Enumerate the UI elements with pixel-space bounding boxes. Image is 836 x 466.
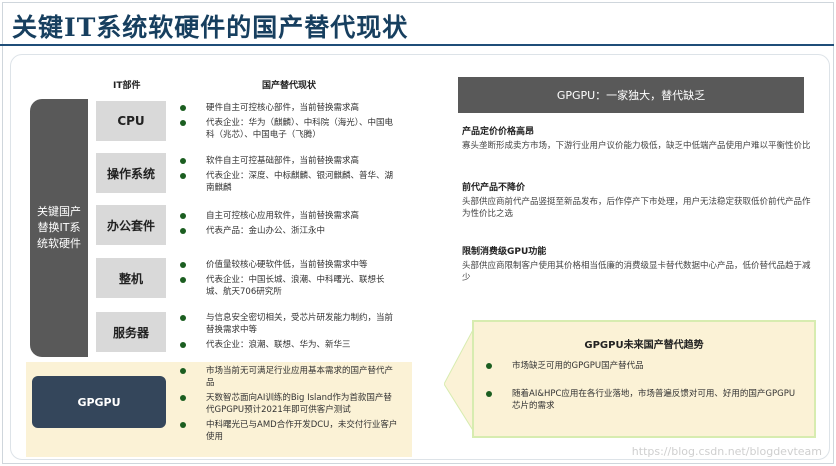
list-item: 市场缺乏可用的GPGPU国产替代品 <box>486 360 802 372</box>
list-item: 代表企业：华为（麒麟）、中科院（海光）、中国电科（兆芯）、中国电子（飞腾） <box>180 117 398 141</box>
list-item: 代表产品：金山办公、浙江永中 <box>180 225 398 237</box>
bullet-dot-icon <box>180 368 186 374</box>
bullet-dot-icon <box>180 228 186 234</box>
bullet-dot-icon <box>180 120 186 126</box>
col-header-status: 国产替代现状 <box>262 81 317 91</box>
group-label-text: 关键国产替换IT系统软硬件 <box>37 205 81 250</box>
list-item: 代表企业：浪潮、联想、华为、新华三 <box>180 339 398 351</box>
watermark: https://blog.csdn.net/blogdevteam <box>631 445 822 458</box>
section-consumer-gpu: 限制消费级GPU功能 头部供应商限制客户使用其价格相当低廉的消费级显卡替代数据中… <box>462 244 812 284</box>
section-heading: 前代产品不降价 <box>462 183 526 193</box>
category-server: 服务器 <box>96 312 166 352</box>
list-item: 自主可控核心应用软件，当前替换需求高 <box>180 210 398 222</box>
section-body: 寡头垄断形成卖方市场，下游行业用户议价能力极低，缺乏中低端产品使用户难以平衡性价… <box>462 141 811 151</box>
bullet-dot-icon <box>180 395 186 401</box>
section-body: 头部供应商前代产品竖挺至新品发布，后作停产下市处理，用户无法稳定获取低价前代产品… <box>462 197 811 219</box>
bullet-dot-icon <box>180 422 186 428</box>
bullet-dot-icon <box>486 391 492 397</box>
section-previous-gen: 前代产品不降价 头部供应商前代产品竖挺至新品发布，后作停产下市处理，用户无法稳定… <box>462 180 812 220</box>
category-gpgpu: GPGPU <box>32 376 166 428</box>
section-heading: 产品定价价格高昂 <box>462 127 535 137</box>
trend-heading: GPGPU未来国产替代趋势 <box>584 340 704 351</box>
list-item: 与信息安全密切相关，受芯片研发能力制约，当前替换需求中等 <box>180 312 398 336</box>
category-whole-machine: 整机 <box>96 258 166 298</box>
section-body: 头部供应商限制客户使用其价格相当低廉的消费级显卡替代数据中心产品，低价替代品趋于… <box>462 261 811 283</box>
bullet-dot-icon <box>180 158 186 164</box>
trend-pointer-shape <box>444 328 474 432</box>
list-item: 随着AI&HPC应用在各行业落地，市场普遍反馈对可用、好用的国产GPGPU芯片的… <box>486 388 802 412</box>
list-item: 天数智芯面向AI训练的Big Island作为首款国产替代GPGPU预计2021… <box>180 392 398 416</box>
group-label: 关键国产替换IT系统软硬件 <box>30 99 88 357</box>
category-office-suite: 办公套件 <box>96 205 166 245</box>
list-item: 代表企业：中国长城、浪潮、中科曙光、联想长城、航天706研究所 <box>180 274 398 298</box>
list-item: 硬件自主可控核心部件，当前替换需求高 <box>180 102 398 114</box>
category-cpu: CPU <box>96 101 166 141</box>
bullet-dot-icon <box>486 363 492 369</box>
bullet-dot-icon <box>180 342 186 348</box>
col-header-part: IT部件 <box>113 81 141 91</box>
gpgpu-banner: GPGPU：一家独大，替代缺乏 <box>458 77 804 113</box>
bullet-dot-icon <box>180 213 186 219</box>
section-pricing: 产品定价价格高昂 寡头垄断形成卖方市场，下游行业用户议价能力极低，缺乏中低端产品… <box>462 124 812 152</box>
list-item: 价值量较核心硬软件低，当前替换需求中等 <box>180 259 398 271</box>
trend-box: GPGPU未来国产替代趋势 市场缺乏可用的GPGPU国产替代品 随着AI&HPC… <box>472 320 816 438</box>
list-item: 软件自主可控基础部件，当前替换需求高 <box>180 155 398 167</box>
bullet-dot-icon <box>180 315 186 321</box>
bullet-dot-icon <box>180 105 186 111</box>
page-title: 关键IT系统软硬件的国产替代现状 <box>12 13 409 42</box>
bullet-dot-icon <box>180 262 186 268</box>
list-item: 市场当前无可满足行业应用基本需求的国产替代产品 <box>180 365 398 389</box>
bullet-dot-icon <box>180 277 186 283</box>
bullet-dot-icon <box>180 173 186 179</box>
list-item: 中科曙光已与AMD合作开发DCU，未交付行业客户使用 <box>180 419 398 443</box>
list-item: 代表企业：深度、中标麒麟、银河麒麟、普华、湖南麒麟 <box>180 170 398 194</box>
section-heading: 限制消费级GPU功能 <box>462 247 547 257</box>
title-divider <box>0 44 834 46</box>
category-os: 操作系统 <box>96 153 166 193</box>
